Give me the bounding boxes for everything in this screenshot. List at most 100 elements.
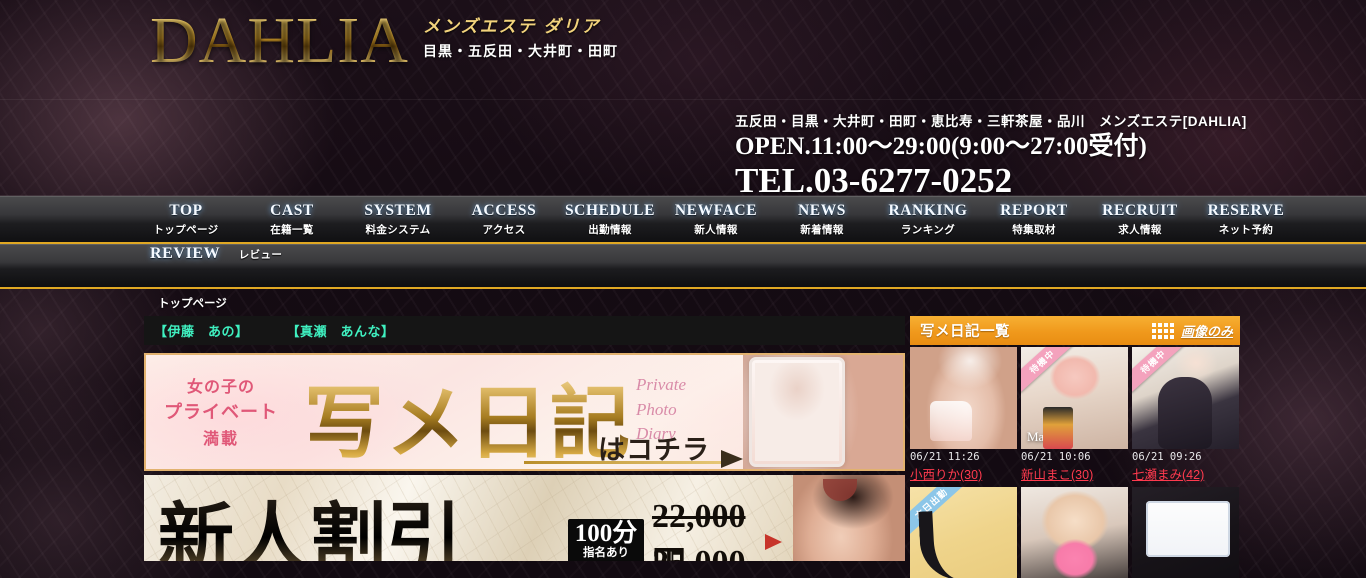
nav-item-label-en: SCHEDULE [564, 201, 656, 219]
section-title-jp: レビュー [238, 249, 283, 261]
diary-entry[interactable] [1132, 487, 1239, 578]
price-original: 25,000円 [652, 544, 757, 561]
nav-item-label-en: NEWFACE [674, 201, 758, 219]
nav-item-label-jp: 求人情報 [1118, 223, 1162, 236]
logo-subtitle-group: メンズエステ ダリア 目黒・五反田・大井町・田町 [423, 12, 618, 74]
page-root: DAHLIA メンズエステ ダリア 目黒・五反田・大井町・田町 五反田・目黒・大… [0, 0, 1366, 578]
diary-thumbnail-image[interactable] [1021, 487, 1128, 578]
diary-entry[interactable]: 待機中 Mako 06/21 10:06 新山まこ(30) [1021, 347, 1128, 483]
status-badge: 本日出勤 [910, 487, 965, 536]
banner-newface-discount[interactable]: 新人割引 100分 指名あり 22,000円 19,000円 120分 指名あり [144, 475, 905, 561]
content-area: 【伊藤 あの】 【真瀬 あんな】 女の子の プライベート 満載 写メ日記 Priv… [0, 316, 1366, 578]
status-badge: 待機中 [1021, 347, 1076, 393]
nav-item-label-en: TOP [169, 201, 203, 219]
nav-item-system[interactable]: SYSTEM 料金システム [345, 196, 451, 242]
nav-item-label-en: RANKING [888, 201, 968, 219]
section-title-en: REVIEW [150, 245, 221, 262]
grid-icon [1151, 322, 1174, 339]
diary-entry[interactable]: 06/21 11:26 小西りか(30) [910, 347, 1017, 483]
nav-item-reserve[interactable]: RESERVE ネット予約 [1193, 196, 1299, 242]
nav-item-label-en: REPORT [1000, 201, 1068, 219]
header-open-hours: OPEN.11:00〜29:00(9:00〜27:00受付) [735, 133, 1147, 160]
nav-item-ranking[interactable]: RANKING ランキング [875, 196, 981, 242]
diary-thumbnail-image[interactable] [1132, 487, 1239, 578]
header-areas-line: 五反田・目黒・大井町・田町・恵比寿・三軒茶屋・品川 メンズエステ[DAHLIA] [735, 114, 1247, 129]
diary-thumbnail-image[interactable]: 本日出勤 [910, 487, 1017, 578]
sidebar-images-only-toggle[interactable]: 画像のみ [1151, 321, 1233, 340]
diary-cast-link[interactable]: 新山まこ(30) [1021, 464, 1128, 483]
thumbnail-caption: Mako [1027, 429, 1058, 444]
diary-timestamp: 06/21 09:26 [1132, 451, 1202, 463]
header-info-band: 五反田・目黒・大井町・田町・恵比寿・三軒茶屋・品川 メンズエステ[DAHLIA]… [0, 100, 1366, 200]
banner-diary-left-text: 女の子の プライベート 満載 [164, 373, 278, 449]
nav-item-label-en: CAST [270, 201, 314, 219]
diary-thumbnail-image[interactable]: 待機中 Mako [1021, 347, 1128, 449]
banner-diary-script-line: Private [636, 375, 687, 394]
diary-thumbnail-image[interactable]: 待機中 [1132, 347, 1239, 449]
nav-item-access[interactable]: ACCESS アクセス [451, 196, 557, 242]
sidebar-column: 写メ日記一覧 画像のみ 06/21 11:26 小西りか(30) 待機中 Mak… [910, 316, 1240, 578]
logo-subtitle-jp: メンズエステ ダリア [422, 17, 601, 36]
nav-item-label-jp: 特集取材 [1012, 223, 1056, 236]
nav-item-label-en: RESERVE [1207, 201, 1285, 219]
nav-item-label-en: RECRUIT [1102, 201, 1178, 219]
diary-timestamp: 06/21 11:26 [910, 451, 980, 463]
nav-item-label-en: SYSTEM [364, 201, 432, 219]
logo-title: DAHLIA [150, 4, 409, 77]
nav-item-report[interactable]: REPORT 特集取材 [981, 196, 1087, 242]
nav-item-label-jp: ランキング [900, 223, 956, 236]
banner-discount-title: 新人割引 [158, 477, 462, 561]
banner-diary-cta: はコチラ [598, 435, 710, 465]
banner-diary-photo [743, 355, 903, 469]
breadcrumb: トップページ [0, 289, 1366, 316]
section-title: REVIEW レビュー [150, 245, 282, 263]
nav-item-label-en: NEWS [797, 201, 847, 219]
nav-item-schedule[interactable]: SCHEDULE 出勤情報 [557, 196, 663, 242]
site-logo[interactable]: DAHLIA メンズエステ ダリア 目黒・五反田・大井町・田町 [150, 8, 618, 74]
cast-name-link[interactable]: 【真瀬 あんな】 [287, 321, 395, 340]
banner-diary-line2: プライベート [164, 402, 278, 422]
banner-photo-diary[interactable]: 女の子の プライベート 満載 写メ日記 Private Photo Diary はコ… [144, 353, 905, 471]
diary-entry[interactable] [1021, 487, 1128, 578]
banner-discount-photo [793, 475, 905, 561]
nav-item-label-jp: 料金システム [365, 223, 431, 236]
logo-band: DAHLIA メンズエステ ダリア 目黒・五反田・大井町・田町 [0, 0, 1366, 100]
nav-item-label-jp: 新着情報 [800, 223, 844, 236]
nav-item-label-jp: 新人情報 [694, 223, 738, 236]
nav-item-label-en: ACCESS [471, 201, 537, 219]
header-telephone[interactable]: TEL.03-6277-0252 [735, 161, 1247, 200]
section-title-band: REVIEW レビュー [0, 244, 1366, 289]
nav-item-top[interactable]: TOP トップページ [133, 196, 239, 242]
main-column: 【伊藤 あの】 【真瀬 あんな】 女の子の プライベート 満載 写メ日記 Priv… [144, 316, 905, 578]
banner-diary-script-line: Photo [636, 399, 677, 419]
nav-item-news[interactable]: NEWS 新着情報 [769, 196, 875, 242]
sidebar-diary-header[interactable]: 写メ日記一覧 画像のみ [910, 316, 1240, 345]
cast-name-link[interactable]: 【伊藤 あの】 [154, 321, 249, 340]
diary-cast-link[interactable]: 七瀬まみ(42) [1132, 464, 1239, 483]
diary-thumbnail-grid: 06/21 11:26 小西りか(30) 待機中 Mako 06/21 10:0… [910, 347, 1240, 578]
diary-entry[interactable]: 待機中 06/21 09:26 七瀬まみ(42) [1132, 347, 1239, 483]
diary-cast-link[interactable]: 小西りか(30) [910, 464, 1017, 483]
logo-areas: 目黒・五反田・大井町・田町 [422, 43, 618, 59]
diary-entry[interactable]: 本日出勤 [910, 487, 1017, 578]
breadcrumb-home-link[interactable]: トップページ [158, 295, 227, 311]
phone-mockup-icon [749, 357, 845, 467]
nav-item-recruit[interactable]: RECRUIT 求人情報 [1087, 196, 1193, 242]
arrow-right-icon [721, 450, 743, 468]
nav-item-cast[interactable]: CAST 在籍一覧 [239, 196, 345, 242]
main-navigation: TOP トップページ CAST 在籍一覧 SYSTEM 料金システム ACCESS アクセス S… [0, 196, 1366, 244]
cast-name-strip: 【伊藤 あの】 【真瀬 あんな】 [144, 316, 905, 345]
nav-item-list: TOP トップページ CAST 在籍一覧 SYSTEM 料金システム ACCESS アクセス S… [133, 196, 1299, 242]
sidebar-images-only-label: 画像のみ [1180, 324, 1233, 339]
banner-diary-headline: 写メ日記 [304, 359, 632, 469]
nav-item-label-jp: アクセス [482, 223, 526, 236]
banner-diary-line1: 女の子の [186, 379, 255, 396]
banner-diary-line3: 満載 [202, 431, 239, 448]
sidebar-diary-title: 写メ日記一覧 [920, 324, 1010, 340]
nav-item-label-jp: トップページ [153, 223, 219, 236]
nav-item-newface[interactable]: NEWFACE 新人情報 [663, 196, 769, 242]
header-info: 五反田・目黒・大井町・田町・恵比寿・三軒茶屋・品川 メンズエステ[DAHLIA]… [735, 110, 1247, 200]
nav-item-label-jp: ネット予約 [1218, 223, 1274, 236]
diary-thumbnail-image[interactable] [910, 347, 1017, 449]
nav-item-label-jp: 出勤情報 [588, 223, 632, 236]
